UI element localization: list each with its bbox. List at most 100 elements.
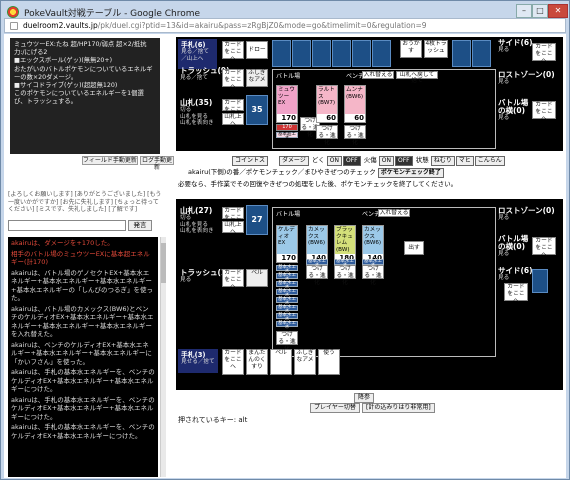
opp-stadium-here-button[interactable]: カードをここへ <box>532 101 556 122</box>
opp-trash-card[interactable]: ふしぎなアメ <box>246 69 268 87</box>
opp-deck-here-button[interactable]: カードをここへ <box>222 99 244 120</box>
my-hand-card[interactable]: ベル <box>270 349 292 375</box>
scroll-thumb[interactable] <box>161 243 166 283</box>
opp-hand-card[interactable] <box>272 40 291 67</box>
opp-hand-title: 手札(6) <box>181 41 206 49</box>
opp-bench-attach-button[interactable]: つける・進化 <box>316 125 338 146</box>
log-scrollbar[interactable] <box>160 237 166 477</box>
my-active-pokemon[interactable]: ケルディオEX 170 <box>276 225 298 263</box>
poison-on[interactable]: ON <box>326 156 342 166</box>
page-content: ミュウツーEX:たね 超/HP170/弱点 超×2/抵抗力:/にげる2 ■エック… <box>4 34 566 478</box>
my-active-energy[interactable]: 基本水エネ <box>276 273 298 282</box>
my-stadium[interactable]: バトル場の横(0) 見る <box>498 235 530 258</box>
my-hand-card[interactable]: まんたんのくすり <box>246 349 268 375</box>
concede-button[interactable]: 降参 <box>354 393 375 403</box>
opp-deck-card[interactable] <box>452 40 471 67</box>
my-deck[interactable]: 山札(27) 切る 山札を見る 山札を表向き <box>180 207 214 235</box>
opp-side-label: サイド(6) 見る <box>498 39 533 54</box>
my-active-energy[interactable]: 基本水エネ <box>276 281 298 290</box>
opp-trash-here-button[interactable]: カードをここへ <box>222 69 244 90</box>
my-hand-card[interactable]: カードをここへ <box>222 349 244 375</box>
my-active-attach-button[interactable]: つける・進化 <box>276 331 298 352</box>
burn-on[interactable]: ON <box>378 156 394 166</box>
my-bench-energy[interactable]: 基本水エネ <box>306 259 328 268</box>
my-bench-swap-button[interactable]: 入れ替える <box>378 209 410 217</box>
opp-bench-pokemon[interactable]: ラルトス(BW7) 60 <box>316 85 338 123</box>
opp-hand-card[interactable] <box>352 40 371 67</box>
my-bench-energy[interactable]: 基本水エネ <box>362 259 384 268</box>
send-button[interactable]: 発言 <box>128 220 152 231</box>
log-update-button[interactable]: ログ手動更新 <box>140 156 174 171</box>
opp-hand-here-button[interactable]: カードをここへ <box>222 41 244 62</box>
my-hand-card[interactable]: ふしぎなアメ <box>294 349 316 375</box>
quick-phrases[interactable]: [よろしくお願いします] [ありがとうございました] [もう一度いかがですか] … <box>8 191 164 214</box>
maximize-button[interactable]: □ <box>532 4 548 18</box>
my-active-energy[interactable]: 基本水エネ <box>276 265 298 274</box>
my-active-energy[interactable]: 基本水エネ <box>276 321 298 330</box>
opp-active-pokemon[interactable]: ミュウツーEX 170 <box>276 85 298 123</box>
address-bar[interactable]: duelroom2.vaults.jp/pk/duel.cgi?ptid=13&… <box>4 18 566 33</box>
bench-out-button[interactable]: 出す <box>404 241 424 255</box>
my-hand-card[interactable]: 使う <box>318 349 340 375</box>
damage-button[interactable]: ダメージ <box>279 156 309 166</box>
opp-active-damage[interactable]: 170 <box>276 124 298 131</box>
status-sleep[interactable]: ねむり <box>430 156 455 166</box>
my-bench-pokemon[interactable]: ブラックキュレム(BW) 180 <box>334 225 356 263</box>
opp-lost-zone[interactable]: ロストゾーン(0) 見る <box>498 71 555 86</box>
opp-hand-card[interactable] <box>292 40 311 67</box>
minimize-button[interactable]: – <box>516 4 532 18</box>
opp-hand[interactable]: 手札(6) 見る／捨て／山上へ <box>178 39 217 69</box>
my-lost-zone[interactable]: ロストゾーン(0) 見る <box>498 207 555 222</box>
opp-deck-button[interactable]: おうかす <box>400 40 422 58</box>
my-deck-count[interactable]: 27 <box>246 205 268 235</box>
field-update-button[interactable]: フィールド手動更新 <box>82 156 138 165</box>
poison-off[interactable]: OFF <box>342 156 361 166</box>
my-active-energy[interactable]: 基本水エネ <box>276 297 298 306</box>
opp-hand-card[interactable] <box>312 40 331 67</box>
pokemon-check-end-button[interactable]: ポケモンチェック終了 <box>377 168 444 178</box>
opp-bench-discard-button[interactable]: 山札へ戻して捨て <box>396 71 438 84</box>
my-active-energy[interactable]: 基本水エネ <box>276 305 298 314</box>
opp-hand-card[interactable] <box>372 40 391 67</box>
opp-deck[interactable]: 山札(35) 切る 山札を見る 山札を表向き <box>180 99 214 127</box>
my-active-energy[interactable]: 基本水エネ <box>276 289 298 298</box>
status-confuse[interactable]: こんらん <box>474 156 505 166</box>
my-stadium-here-button[interactable]: カードをここへ <box>532 237 556 258</box>
opp-draw-button[interactable]: ドロー <box>246 41 268 59</box>
my-hand[interactable]: 手札(3) 見せる／捨て <box>178 349 218 373</box>
opp-bench-name: ムンナ(BW6) <box>346 87 364 100</box>
burn-off[interactable]: OFF <box>394 156 413 166</box>
my-bench-name: カメックス(BW6) <box>308 227 326 246</box>
opp-deck-count[interactable]: 35 <box>246 95 268 125</box>
my-side[interactable]: サイド(6) 見る <box>498 267 533 282</box>
opp-trash4-button[interactable]: 4枚トラッシュ <box>424 40 448 58</box>
opp-deck-top-button[interactable]: 山札上へ <box>222 113 244 127</box>
reload-button[interactable]: [計の込みりはり非常用] <box>362 403 435 413</box>
my-side-here-button[interactable]: カードをここへ <box>504 283 528 304</box>
my-bench-energy[interactable]: 基本水エネ <box>334 259 356 268</box>
my-lost-sub: 見る <box>498 215 510 221</box>
my-deck-here-button[interactable]: カードをここへ <box>222 207 244 228</box>
close-button[interactable]: ✕ <box>548 4 568 18</box>
opp-hand-card[interactable] <box>332 40 351 67</box>
log-entry: akairuは、バトル場のカメックス(BW6)とベンチのケルディオEX+基本水エ… <box>11 304 154 339</box>
my-active-energy[interactable]: 基本水エネ <box>276 313 298 322</box>
my-deck-top-button[interactable]: 山札上へ <box>222 221 244 235</box>
coin-toss-button[interactable]: コイントス <box>232 156 269 166</box>
opp-bench-attach-button[interactable]: つける・進化 <box>344 125 366 146</box>
chat-input[interactable] <box>8 220 126 231</box>
my-bench-pokemon[interactable]: カメックス(BW6) 140 <box>362 225 384 263</box>
opp-bench-pokemon[interactable]: ムンナ(BW6) 60 <box>344 85 366 123</box>
my-deck-sub: 切る 山札を見る 山札を表向き <box>180 215 214 234</box>
my-bench-pokemon[interactable]: カメックス(BW6) 140 <box>306 225 328 263</box>
my-trash-card[interactable]: ベル <box>246 269 268 287</box>
opp-deck-card[interactable] <box>472 40 491 67</box>
opp-stadium[interactable]: バトル場の横(0) 見る <box>498 99 530 122</box>
opp-bench-swap-button[interactable]: 入れ替える <box>362 71 394 79</box>
my-trash-here-button[interactable]: カードをここへ <box>222 269 244 290</box>
player-switch-button[interactable]: プレイヤー切替 <box>310 403 360 413</box>
status-paralyze[interactable]: マヒ <box>455 156 474 166</box>
opp-side-here-button[interactable]: カードをここへ <box>532 43 556 64</box>
my-prize-card[interactable] <box>532 269 548 293</box>
opp-active-energy[interactable]: 基本超エネ <box>276 132 298 141</box>
